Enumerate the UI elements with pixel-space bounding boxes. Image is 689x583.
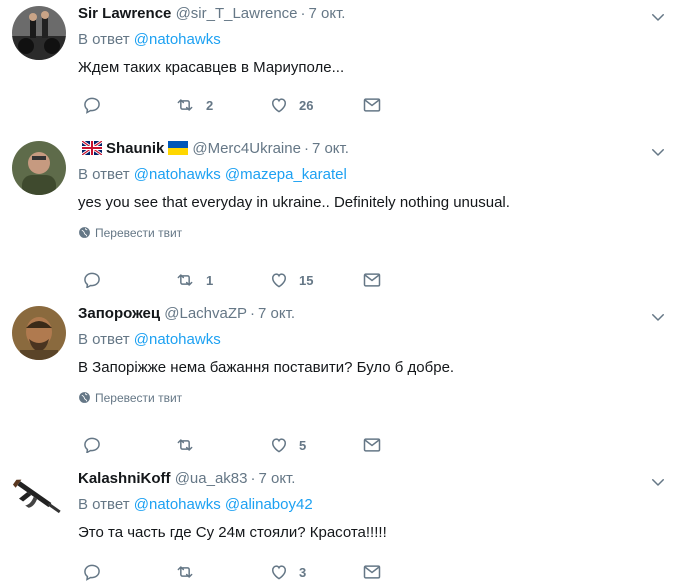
envelope-icon (363, 273, 381, 287)
tweet-feed: Sir Lawrence @sir_T_Lawrence · 7 окт. В от… (0, 0, 689, 581)
translate-tweet-link[interactable]: Перевести твит (78, 390, 182, 406)
retweet-button[interactable] (174, 561, 206, 583)
author-name[interactable]: Запорожец (78, 305, 160, 322)
mention-link[interactable]: @natohawks (134, 496, 221, 513)
retweet-icon (177, 274, 193, 286)
timestamp[interactable]: 7 окт. (312, 140, 349, 157)
mention-link[interactable]: @natohawks (134, 331, 221, 348)
reply-icon (84, 564, 100, 581)
heart-icon (271, 438, 287, 453)
envelope-icon (363, 98, 381, 112)
chevron-down-icon[interactable] (649, 308, 667, 326)
retweet-icon (177, 439, 193, 451)
author-name[interactable]: Sir Lawrence (78, 5, 171, 22)
chevron-down-icon[interactable] (649, 143, 667, 161)
avatar[interactable] (12, 6, 66, 60)
mention-link[interactable]: @natohawks (134, 31, 221, 48)
reply-icon (84, 97, 100, 114)
retweet-count: 2 (206, 97, 214, 113)
heart-icon (271, 565, 287, 580)
reply-icon (84, 272, 100, 289)
tweet-text: В Запоріжже нема бажання поставити? Було… (78, 359, 455, 376)
reply-button[interactable] (82, 561, 102, 583)
uk-flag-icon (82, 141, 102, 155)
timestamp[interactable]: 7 окт. (258, 305, 295, 322)
heart-icon (271, 98, 287, 113)
ukraine-flag-icon (168, 141, 189, 155)
direct-message-button[interactable] (362, 561, 382, 583)
tweet-actions: 3 (78, 561, 398, 583)
retweet-count: 1 (206, 272, 214, 288)
author-handle[interactable]: @Merc4Ukraine (192, 140, 301, 157)
translate-tweet-link[interactable]: Перевести твит (78, 225, 182, 241)
reply-context: В ответ @natohawks @alinaboy42 (78, 496, 313, 513)
author-name[interactable]: KalashniKoff (78, 470, 171, 487)
tweet-text: yes you see that everyday in ukraine.. D… (78, 194, 510, 211)
avatar[interactable] (12, 471, 66, 525)
reply-context: В ответ @natohawks (78, 31, 221, 48)
retweet-icon (177, 99, 193, 111)
tweet-text: Это та часть где Су 24м стояли? Красота!… (78, 524, 387, 541)
direct-message-button[interactable] (362, 94, 382, 116)
mention-link[interactable]: @alinaboy42 (225, 496, 313, 513)
retweet-button[interactable]: 2 (174, 94, 213, 116)
chevron-down-icon[interactable] (649, 473, 667, 491)
heart-icon (271, 273, 287, 288)
reply-button[interactable] (82, 94, 102, 116)
tweet-text: Ждем таких красавцев в Мариуполе... (78, 59, 345, 76)
avatar[interactable] (12, 141, 66, 195)
tweet[interactable]: Запорожец @LachvaZP · 7 окт. В ответ @nato… (0, 288, 689, 454)
author-handle[interactable]: @sir_T_Lawrence (176, 5, 298, 22)
reply-context: В ответ @natohawks @mazepa_karatel (78, 166, 347, 183)
globe-icon (79, 392, 90, 403)
tweet[interactable]: KalashniKoff @ua_ak83 · 7 окт. В ответ @na… (0, 453, 689, 581)
reply-icon (84, 437, 100, 454)
timestamp[interactable]: 7 окт. (309, 5, 346, 22)
author-handle[interactable]: @LachvaZP (164, 305, 247, 322)
reply-context: В ответ @natohawks (78, 331, 221, 348)
author-handle[interactable]: @ua_ak83 (175, 470, 248, 487)
tweet-actions: 2 26 (78, 94, 398, 116)
mention-link[interactable]: @mazepa_karatel (225, 166, 347, 183)
timestamp[interactable]: 7 окт. (258, 470, 295, 487)
author-name[interactable]: Shaunik (106, 140, 164, 157)
like-count: 3 (299, 564, 307, 580)
mention-link[interactable]: @natohawks (134, 166, 221, 183)
envelope-icon (363, 565, 381, 579)
like-count: 5 (299, 437, 307, 453)
envelope-icon (363, 438, 381, 452)
tweet[interactable]: Shaunik @Merc4Ukraine · 7 окт. В ответ @nat… (0, 123, 689, 289)
avatar[interactable] (12, 306, 66, 360)
like-count: 15 (299, 272, 314, 288)
like-button[interactable]: 3 (269, 561, 306, 583)
retweet-icon (177, 566, 193, 578)
like-count: 26 (299, 97, 314, 113)
tweet[interactable]: Sir Lawrence @sir_T_Lawrence · 7 окт. В от… (0, 0, 689, 124)
chevron-down-icon[interactable] (649, 8, 667, 26)
globe-icon (79, 227, 90, 238)
like-button[interactable]: 26 (269, 94, 313, 116)
